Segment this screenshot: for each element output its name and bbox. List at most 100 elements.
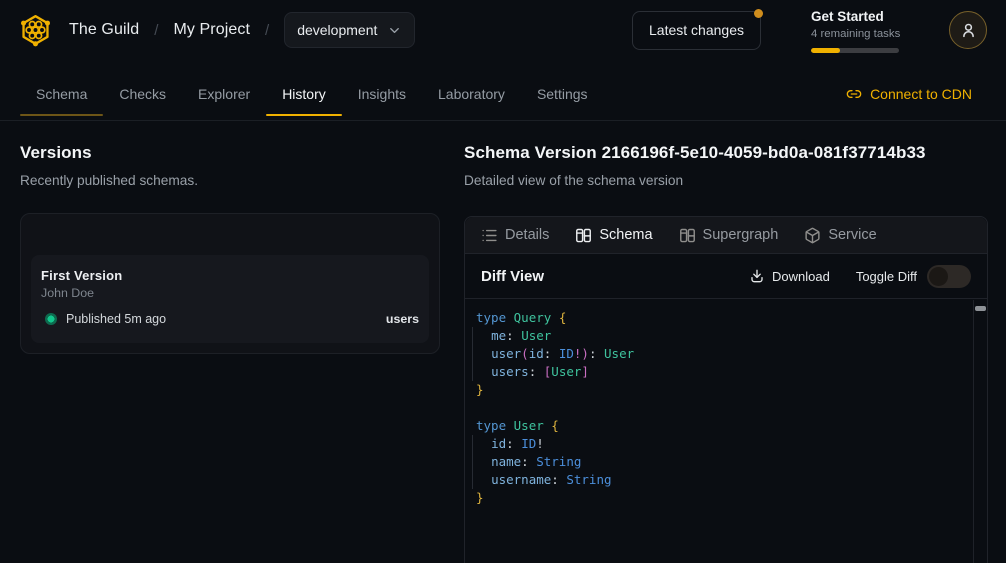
- code-line: me: User: [476, 327, 967, 345]
- code-token-fd: id: [529, 346, 544, 361]
- nav-tab-label: Explorer: [198, 86, 250, 102]
- code-token-fd: users: [491, 364, 529, 379]
- version-service-badge: users: [386, 312, 419, 326]
- code-token-sc: ID: [521, 436, 536, 451]
- code-line: id: ID!: [476, 435, 967, 453]
- code-token-pl: [596, 346, 604, 361]
- columns-icon: [679, 227, 696, 244]
- code-line: name: String: [476, 453, 967, 471]
- version-author: John Doe: [41, 285, 419, 302]
- code-line: users: [User]: [476, 363, 967, 381]
- versions-list-card: First Version John Doe Published 5m ago …: [20, 213, 440, 354]
- user-icon: [959, 21, 978, 40]
- nav-tab-insights[interactable]: Insights: [342, 72, 422, 116]
- nav-tab-settings[interactable]: Settings: [521, 72, 604, 116]
- nav-tab-label: Laboratory: [438, 86, 505, 102]
- code-token-tn: User: [521, 328, 551, 343]
- versions-section: Versions Recently published schemas. Fir…: [20, 142, 440, 354]
- code-scrollbar[interactable]: [973, 300, 987, 563]
- code-token-br: {: [551, 418, 559, 433]
- nav-tab-explorer[interactable]: Explorer: [182, 72, 266, 116]
- code-token-pu: :: [521, 454, 529, 469]
- toggle-diff-switch[interactable]: [927, 265, 971, 288]
- code-token-tn: User: [551, 364, 581, 379]
- code-line: username: String: [476, 471, 967, 489]
- code-token-fd: username: [491, 472, 551, 487]
- user-menu-button[interactable]: [949, 11, 987, 49]
- nav-tab-label: Settings: [537, 86, 588, 102]
- code-token-tn: Query: [514, 310, 552, 325]
- code-token-pa: ): [581, 346, 589, 361]
- indent-guide: [472, 327, 473, 381]
- detail-tab-schema[interactable]: Schema: [575, 227, 652, 244]
- columns-icon: [575, 227, 592, 244]
- org-name[interactable]: The Guild: [69, 21, 139, 39]
- code-token-pl: [476, 328, 491, 343]
- code-token-tn: User: [604, 346, 634, 361]
- nav-tab-underline: [182, 114, 266, 116]
- indent-guide: [472, 435, 473, 489]
- download-label: Download: [772, 269, 830, 284]
- nav-tab-laboratory[interactable]: Laboratory: [422, 72, 521, 116]
- code-token-pl: [476, 472, 491, 487]
- detail-tab-details[interactable]: Details: [481, 227, 549, 244]
- code-line: }: [476, 489, 967, 507]
- nav-tab-label: Checks: [119, 86, 166, 102]
- main-nav-tabs: Schema Checks Explorer History Insights Labor…: [20, 72, 604, 116]
- download-button[interactable]: Download: [749, 268, 830, 284]
- latest-changes-button[interactable]: Latest changes: [632, 11, 761, 50]
- code-token-pl: [506, 310, 514, 325]
- code-token-kw: type: [476, 418, 506, 433]
- detail-tab-label: Details: [505, 227, 549, 243]
- code-token-pl: [476, 364, 491, 379]
- code-token-fd: me: [491, 328, 506, 343]
- version-list-item[interactable]: First Version John Doe Published 5m ago …: [31, 255, 429, 343]
- top-bar: The Guild / My Project / development Lat…: [0, 0, 1006, 60]
- code-token-br: {: [559, 310, 567, 325]
- connect-to-cdn-link[interactable]: Connect to CDN: [846, 86, 972, 102]
- code-token-pu: :: [506, 328, 514, 343]
- code-token-sc: String: [536, 454, 581, 469]
- code-token-tn: User: [514, 418, 544, 433]
- version-detail-subtitle: Detailed view of the schema version: [464, 172, 988, 190]
- schema-sdl-code: type Query { me: User user(id: ID!): Use…: [465, 300, 987, 516]
- version-status-text: Published 5m ago: [66, 312, 166, 326]
- notification-dot: [754, 9, 763, 18]
- target-select[interactable]: development: [284, 12, 415, 48]
- nav-tab-history[interactable]: History: [266, 72, 342, 116]
- toggle-diff-label: Toggle Diff: [856, 269, 917, 284]
- nav-tab-checks[interactable]: Checks: [103, 72, 182, 116]
- code-line: }: [476, 381, 967, 399]
- nav-tab-label: Insights: [358, 86, 406, 102]
- code-token-pa: ]: [581, 364, 589, 379]
- published-status-dot: [45, 313, 57, 325]
- diff-view-title: Diff View: [481, 268, 544, 285]
- get-started-progress-fill: [811, 48, 840, 53]
- version-detail-tabs: Details Schema Supergraph Service: [465, 217, 987, 254]
- nav-tab-underline: [103, 114, 182, 116]
- code-token-pu: !: [536, 436, 544, 451]
- nav-tab-underline: [422, 114, 521, 116]
- code-token-pl: [536, 364, 544, 379]
- versions-subtitle: Recently published schemas.: [20, 172, 440, 190]
- schema-code-viewer[interactable]: type Query { me: User user(id: ID!): Use…: [465, 300, 987, 563]
- code-line: type Query {: [476, 309, 967, 327]
- download-icon: [749, 268, 765, 284]
- code-token-pl: [476, 436, 491, 451]
- hive-logo-icon[interactable]: [18, 13, 53, 48]
- code-token-br: }: [476, 490, 484, 505]
- nav-tab-schema[interactable]: Schema: [20, 72, 103, 116]
- code-token-pl: [551, 310, 559, 325]
- breadcrumb-separator: /: [265, 22, 269, 39]
- detail-tab-supergraph[interactable]: Supergraph: [679, 227, 779, 244]
- get-started-progressbar: [811, 48, 899, 53]
- code-token-pa: (: [521, 346, 529, 361]
- code-scrollbar-thumb[interactable]: [975, 306, 986, 311]
- version-detail-title: Schema Version 2166196f-5e10-4059-bd0a-0…: [464, 142, 988, 164]
- get-started-widget[interactable]: Get Started 4 remaining tasks: [811, 8, 899, 53]
- project-name[interactable]: My Project: [173, 21, 250, 39]
- code-token-sc: String: [566, 472, 611, 487]
- code-token-pl: [476, 454, 491, 469]
- detail-tab-service[interactable]: Service: [804, 227, 876, 244]
- detail-tab-label: Supergraph: [703, 227, 779, 243]
